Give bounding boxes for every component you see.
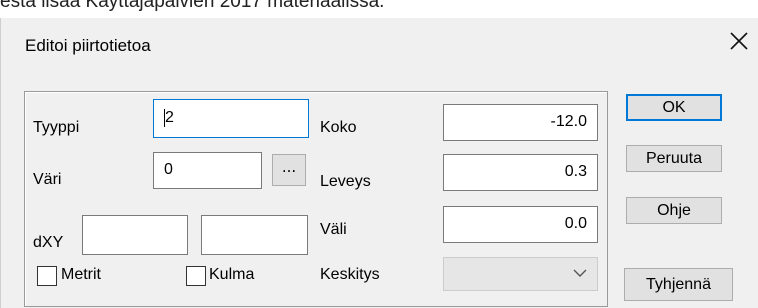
vari-input[interactable]: 0 <box>153 152 262 189</box>
kulma-checkbox[interactable] <box>186 266 206 286</box>
tyyppi-value: 2 <box>165 109 174 126</box>
keskitys-label: Keskitys <box>320 266 380 283</box>
vali-value: 0.0 <box>564 215 587 232</box>
dialog-title: Editoi piirtotietoa <box>25 36 151 55</box>
dxy-x-input[interactable] <box>82 215 188 255</box>
koko-label: Koko <box>320 119 357 136</box>
dxy-label: dXY <box>33 234 64 251</box>
leveys-label: Leveys <box>320 173 371 190</box>
koko-input[interactable]: -12.0 <box>443 104 598 141</box>
vali-input[interactable]: 0.0 <box>443 206 598 243</box>
ohje-button[interactable]: Ohje <box>626 197 722 224</box>
peruuta-button[interactable]: Peruuta <box>626 145 722 172</box>
chevron-down-icon <box>573 269 587 277</box>
koko-value: -12.0 <box>550 113 587 130</box>
vari-value: 0 <box>164 161 173 178</box>
vari-label: Väri <box>33 171 62 188</box>
close-icon[interactable] <box>722 24 756 58</box>
color-browse-button[interactable]: ... <box>272 154 306 186</box>
metrit-label: Metrit <box>61 266 101 283</box>
ok-button[interactable]: OK <box>626 94 722 121</box>
dxy-y-input[interactable] <box>201 215 308 255</box>
leveys-input[interactable]: 0.3 <box>443 154 598 191</box>
vali-label: Väli <box>320 221 347 238</box>
tyyppi-label: Tyyppi <box>33 119 80 136</box>
page-caption-text: esta lisää Käyttäjäpäivien 2017 materiaa… <box>0 0 385 12</box>
kulma-label: Kulma <box>209 266 255 283</box>
metrit-checkbox[interactable] <box>37 266 57 286</box>
tyyppi-input[interactable]: 2 <box>153 99 309 138</box>
keskitys-select[interactable] <box>443 257 598 291</box>
leveys-value: 0.3 <box>564 163 587 180</box>
tyhjenna-button[interactable]: Tyhjennä <box>624 268 733 301</box>
